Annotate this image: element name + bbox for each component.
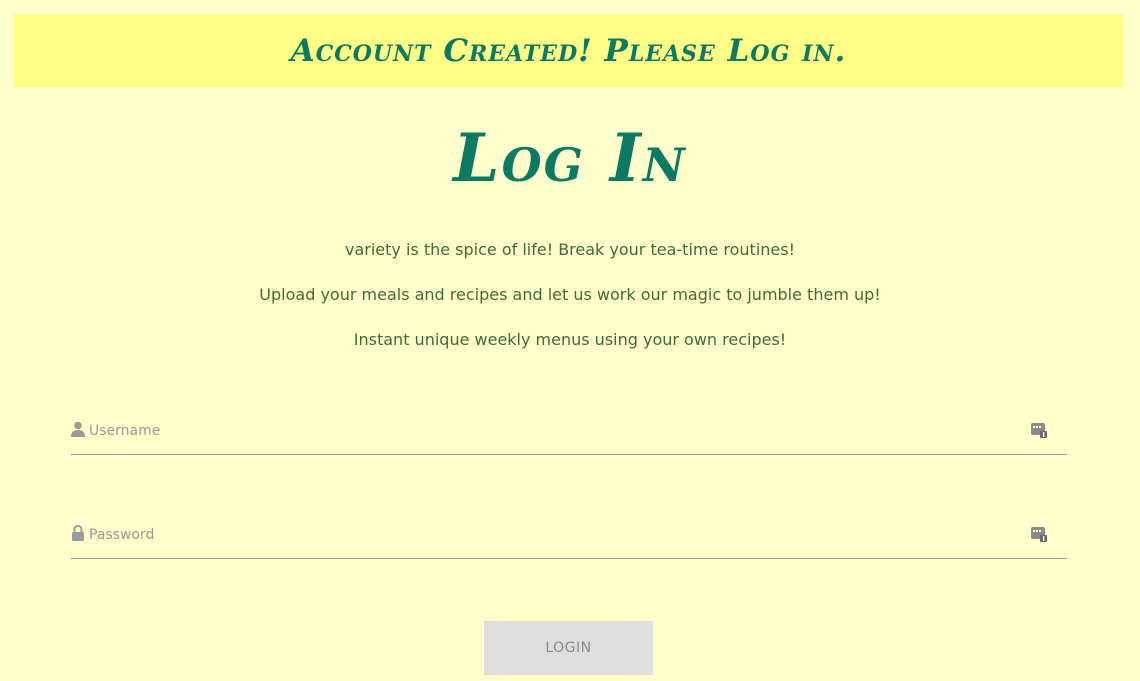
keyboard-icon[interactable] [1031,422,1047,438]
banner-message: Account Created! Please Log in. [290,32,847,69]
tagline-3: Instant unique weekly menus using your o… [353,330,787,349]
page-title: Log In [453,119,687,197]
username-field [71,416,1067,455]
keyboard-icon[interactable] [1031,526,1047,542]
tagline-2: Upload your meals and recipes and let us… [259,285,881,304]
success-banner: Account Created! Please Log in. [14,14,1123,87]
lock-icon [72,525,84,541]
login-button[interactable]: LOGIN [484,621,653,675]
user-icon [71,421,85,437]
password-field [71,520,1067,559]
password-input[interactable] [89,520,1019,550]
tagline-1: variety is the spice of life! Break your… [344,240,796,259]
username-input[interactable] [89,416,1019,446]
